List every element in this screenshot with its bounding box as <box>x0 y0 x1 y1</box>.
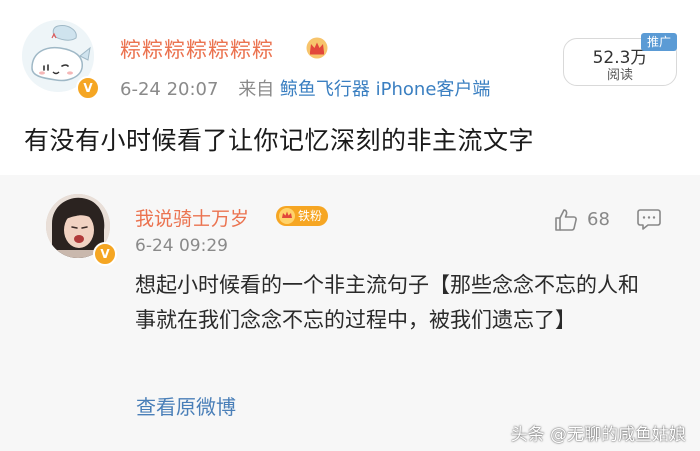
source-prefix: 来自 <box>238 79 275 100</box>
post-content: 有没有小时候看了让你记忆深刻的非主流文字 <box>24 126 535 155</box>
view-original-link[interactable]: 查看原微博 <box>136 391 236 420</box>
fan-badge-label: 铁粉 <box>298 209 323 223</box>
like-count[interactable]: 68 <box>587 209 610 230</box>
post-meta: 6-24 20:07 来自 鲸鱼飞行器 iPhone客户端 <box>120 75 490 101</box>
watermark: 头条 @无聊的咸鱼姑娘 <box>510 425 686 445</box>
like-icon[interactable] <box>553 207 579 233</box>
reply-icon[interactable] <box>637 208 661 230</box>
post-author-name[interactable]: 粽粽粽粽粽粽粽 <box>120 34 274 64</box>
read-label: 阅读 <box>606 68 633 83</box>
comment-author-name[interactable]: 我说骑士万岁 <box>135 204 249 231</box>
client-link[interactable]: 鲸鱼飞行器 iPhone客户端 <box>280 79 490 100</box>
promo-badge[interactable]: 推广 <box>641 33 677 51</box>
post-author-avatar[interactable]: V <box>22 20 100 100</box>
comment-time: 6-24 09:29 <box>135 236 228 256</box>
fan-badge: 铁粉 <box>276 206 329 226</box>
post-time: 6-24 20:07 <box>120 79 219 100</box>
crown-icon <box>306 37 328 59</box>
post-header: V 粽粽粽粽粽粽粽 6-24 20:07 来自 鲸鱼飞行器 iPhone客户端 … <box>0 0 700 115</box>
comment-verified-icon: V <box>93 242 117 266</box>
verified-icon: V <box>76 76 100 100</box>
comment-text: 想起小时候看的一个非主流句子【那些念念不忘的人和事就在我们念念不忘的过程中，被我… <box>135 273 639 332</box>
fan-badge-icon <box>279 208 295 224</box>
